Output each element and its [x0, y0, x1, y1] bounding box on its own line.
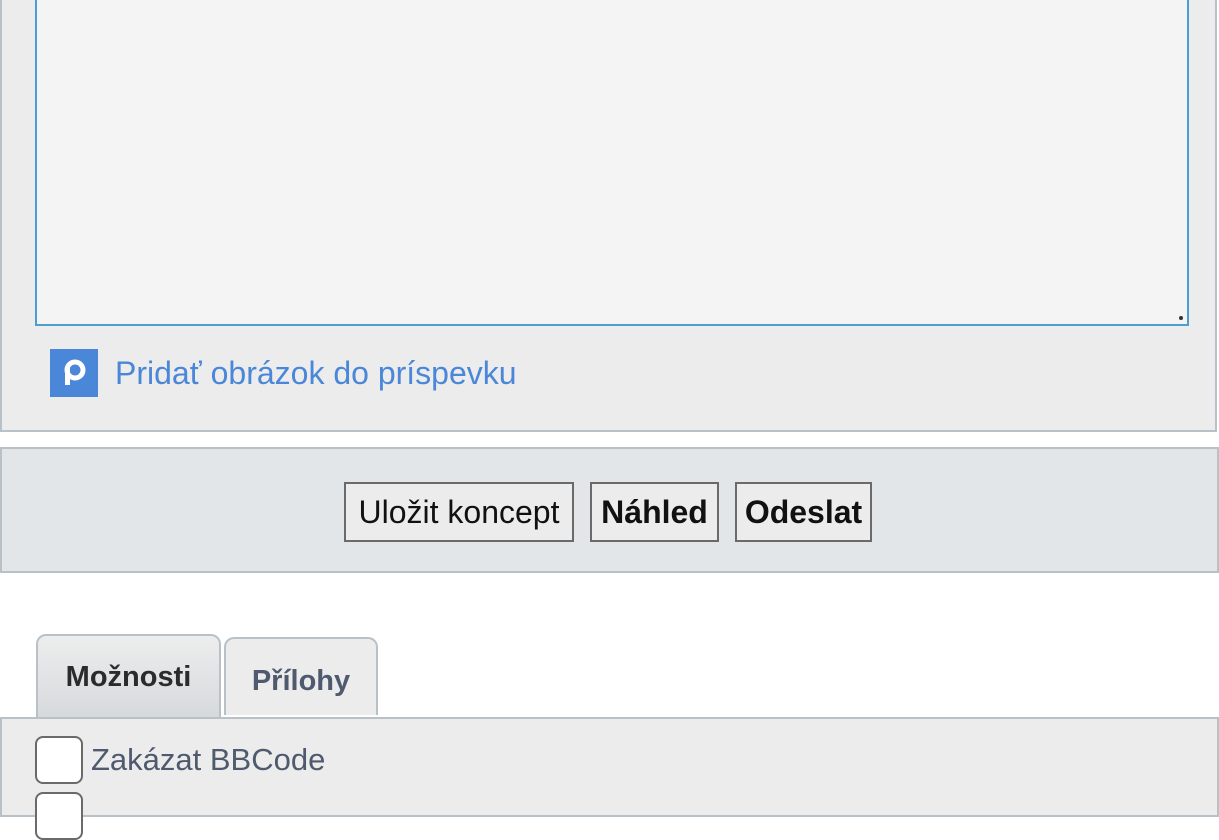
message-textarea[interactable]: [35, 0, 1189, 326]
save-draft-button[interactable]: Uložit koncept: [344, 482, 574, 542]
add-image-label[interactable]: Pridať obrázok do príspevku: [115, 355, 517, 392]
postimage-icon[interactable]: [50, 349, 98, 397]
submit-bar: Uložit koncept Náhled Odeslat: [0, 447, 1219, 573]
tab-attachments[interactable]: Přílohy: [224, 637, 378, 715]
option-disable-bbcode[interactable]: Zakázat BBCode: [35, 736, 325, 784]
editor-panel: Pridať obrázok do príspevku: [0, 0, 1217, 432]
disable-bbcode-checkbox[interactable]: [35, 736, 83, 784]
disable-bbcode-label[interactable]: Zakázat BBCode: [91, 742, 325, 778]
resize-grip[interactable]: [1179, 316, 1183, 320]
options-panel: Zakázat BBCode: [0, 717, 1219, 840]
add-image-link[interactable]: Pridať obrázok do príspevku: [50, 348, 517, 398]
preview-button[interactable]: Náhled: [590, 482, 719, 542]
option-second[interactable]: [35, 792, 91, 840]
second-option-checkbox[interactable]: [35, 792, 83, 840]
tab-options[interactable]: Možnosti: [36, 634, 221, 718]
submit-button[interactable]: Odeslat: [735, 482, 872, 542]
